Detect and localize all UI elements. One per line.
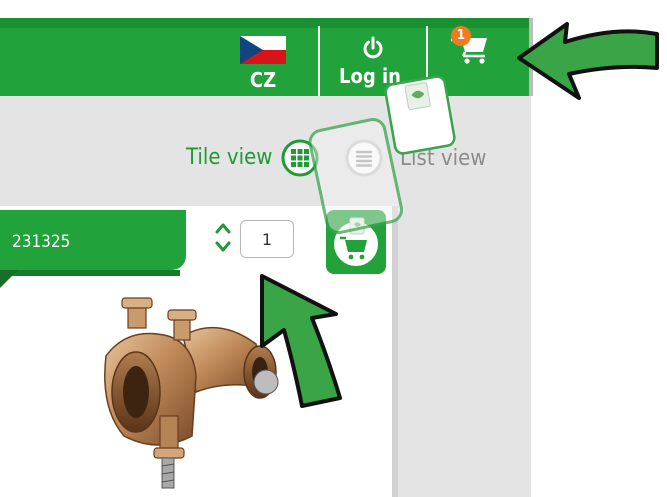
power-icon: [363, 36, 383, 59]
product-card-border: [392, 206, 398, 497]
product-code-tab-fold: [0, 270, 18, 288]
header-divider: [318, 26, 320, 96]
language-label: CZ: [249, 68, 277, 92]
cart-count-badge: 1: [451, 26, 471, 46]
product-code-tab-shadow: [0, 270, 180, 276]
annotation-arrow-icon: [260, 274, 342, 408]
quantity-input[interactable]: [240, 220, 294, 258]
outside-area: [531, 96, 667, 497]
language-selector[interactable]: CZ: [232, 36, 302, 92]
quantity-down-icon[interactable]: [215, 241, 231, 253]
tile-view-label[interactable]: Tile view: [186, 145, 272, 170]
quantity-up-icon[interactable]: [215, 222, 231, 234]
drag-ghost-thumbnail: [384, 75, 456, 155]
annotation-arrow-icon: [517, 22, 659, 100]
czech-flag-icon: [240, 36, 286, 64]
product-code: 231325: [12, 232, 71, 252]
